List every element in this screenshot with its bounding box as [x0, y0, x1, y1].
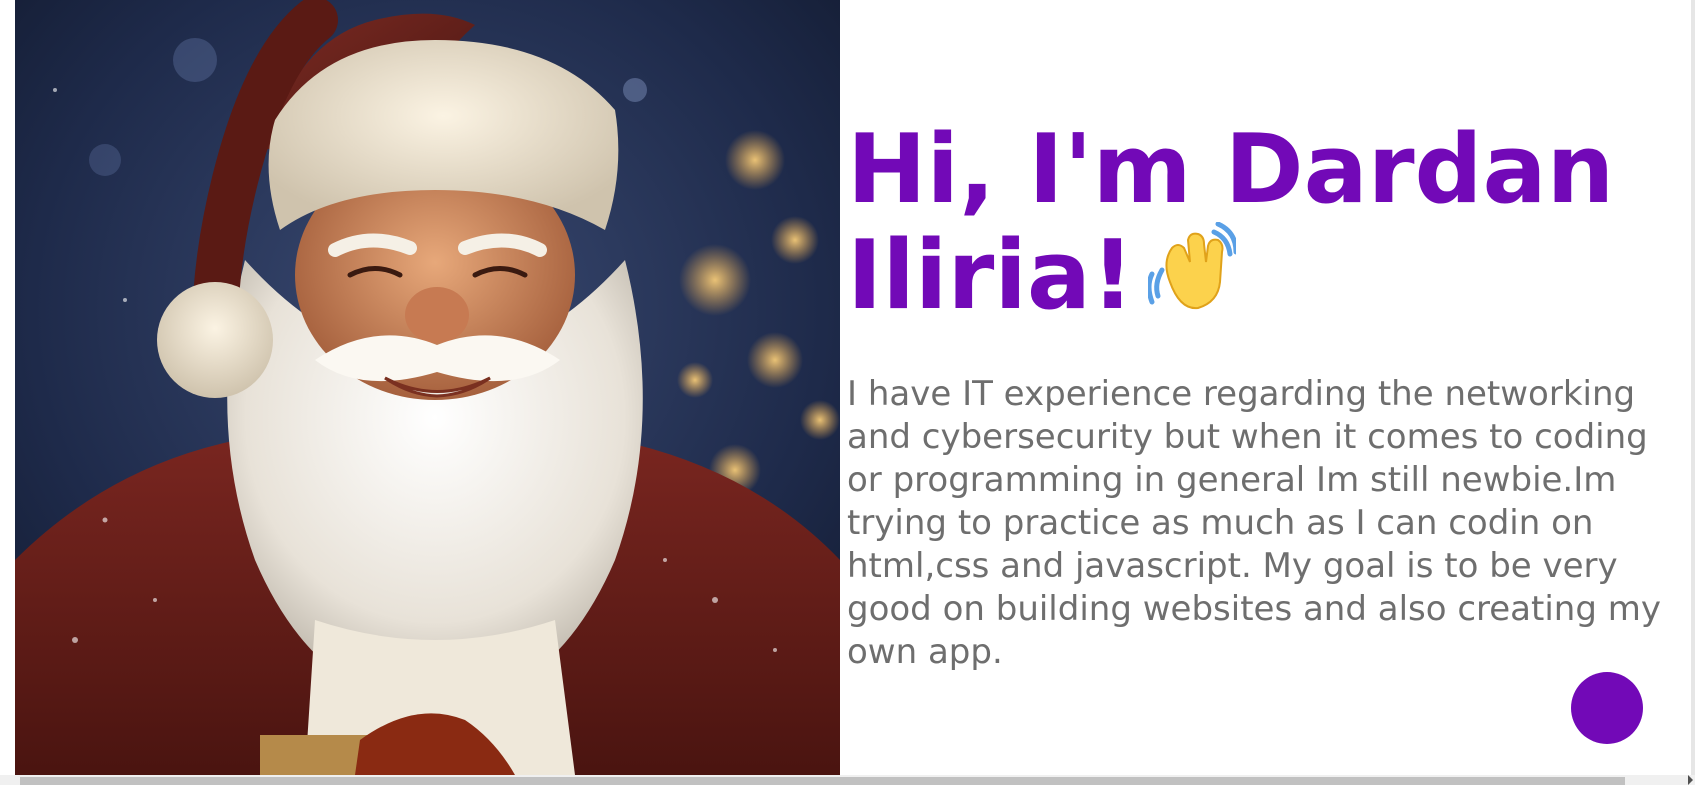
bio-paragraph: I have IT experience regarding the netwo…	[847, 374, 1661, 672]
scrollbar-thumb[interactable]	[20, 777, 1625, 785]
horizontal-scrollbar[interactable]	[0, 775, 1695, 785]
waving-hand-icon	[1146, 221, 1239, 332]
page-title: Hi, I'm Dardan Iliria!	[847, 118, 1667, 332]
santa-portrait-image	[15, 0, 840, 775]
floating-action-button[interactable]	[1571, 672, 1643, 744]
scroll-right-arrow-icon[interactable]	[1688, 775, 1693, 785]
page: Hi, I'm Dardan Iliria! I have IT experie…	[0, 0, 1695, 785]
hero-image	[15, 0, 840, 775]
page-edge	[1691, 0, 1695, 785]
